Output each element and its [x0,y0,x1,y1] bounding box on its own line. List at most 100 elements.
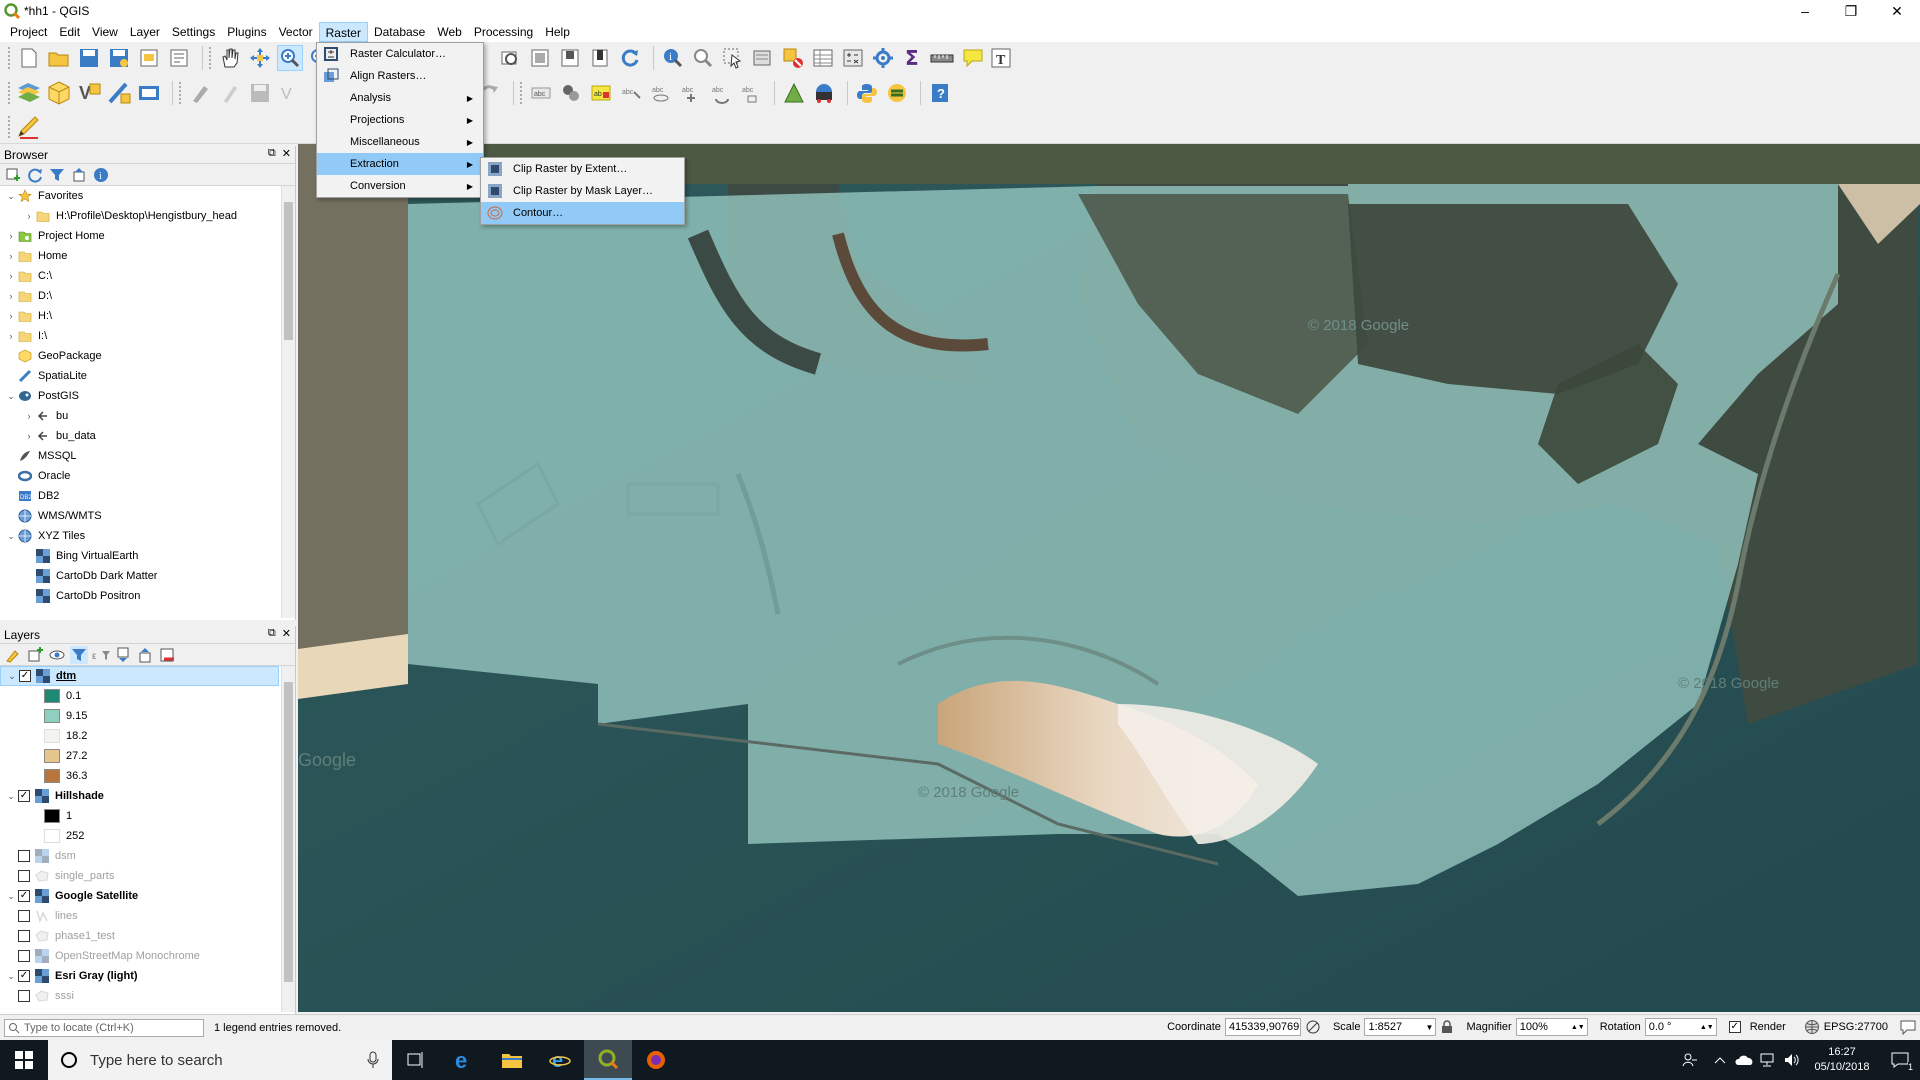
map-canvas[interactable]: © 2018 Google © 2018 Google © 2018 Googl… [298,144,1920,1012]
browser-item[interactable]: CartoDb Dark Matter [0,566,295,586]
chevron-down-icon[interactable]: ⌄ [5,671,19,682]
layers-scrollbar[interactable] [281,666,295,1012]
taskbar-search[interactable]: Type here to search [48,1040,392,1080]
browser-item[interactable]: ⌄ Favorites [0,186,295,206]
extraction-menu-item[interactable]: Clip Raster by Mask Layer… [481,180,684,202]
open-layer-styling-icon[interactable] [4,646,22,664]
internet-explorer-icon[interactable]: e [536,1040,584,1080]
rotate-label-icon[interactable]: abc [708,80,734,106]
select-by-value-icon[interactable] [750,45,776,71]
expand-all-icon[interactable] [114,646,132,664]
save-as-icon[interactable] [106,45,132,71]
properties-icon[interactable]: i [92,166,110,184]
menu-project[interactable]: Project [4,22,53,42]
toolbar-grip[interactable] [209,47,213,69]
onedrive-icon[interactable] [1732,1040,1756,1080]
pin-labels-icon[interactable]: abc [618,80,644,106]
close-panel-icon[interactable]: ✕ [282,147,291,160]
layer-visibility-checkbox[interactable] [18,870,30,882]
layer-row[interactable]: lines [0,906,295,926]
restore-button[interactable]: ❐ [1828,0,1874,22]
chevron-down-icon[interactable]: ⌄ [4,391,18,402]
minimize-button[interactable]: – [1782,0,1828,22]
select-features-icon[interactable] [720,45,746,71]
browser-item[interactable]: DB2 DB2 [0,486,295,506]
render-checkbox[interactable]: ✓ [1728,1021,1741,1033]
new-shapefile-layer-icon[interactable]: V [76,80,102,106]
raster-menu-item[interactable]: Extraction ▶ [317,153,483,175]
locate-search[interactable]: Type to locate (Ctrl+K) [4,1018,204,1037]
refresh-icon[interactable] [26,166,44,184]
menu-database[interactable]: Database [368,22,431,42]
chevron-down-icon[interactable]: ⌄ [4,531,18,542]
people-icon[interactable] [1672,1040,1708,1080]
zoom-native-icon[interactable] [557,45,583,71]
task-view-icon[interactable] [392,1040,440,1080]
collapse-all-icon[interactable] [70,166,88,184]
crs-label[interactable]: EPSG:27700 [1824,1021,1888,1033]
rotation-spinbox[interactable]: 0.0 ° ▲▼ [1644,1018,1717,1036]
toggle-editing-icon[interactable] [217,80,243,106]
identify-features-icon[interactable]: i [660,45,686,71]
menu-help[interactable]: Help [539,22,576,42]
open-project-icon[interactable] [46,45,72,71]
text-annotation-icon[interactable]: T [990,45,1016,71]
browser-item[interactable]: WMS/WMTS [0,506,295,526]
browser-item[interactable]: › Project Home [0,226,295,246]
legend-entry[interactable]: 9.15 [0,706,295,726]
add-feature-icon[interactable]: V [277,80,303,106]
browser-item[interactable]: Bing VirtualEarth [0,546,295,566]
clock[interactable]: 16:27 05/10/2018 [1804,1045,1880,1075]
layer-visibility-checkbox[interactable] [18,990,30,1002]
legend-entry[interactable]: 1 [0,806,295,826]
label-layer-options-icon[interactable]: abc [528,80,554,106]
layout-manager-icon[interactable] [166,45,192,71]
remove-layer-icon[interactable] [158,646,176,664]
highlight-pinned-labels-icon[interactable]: ab [588,80,614,106]
browser-item[interactable]: › H:\ [0,306,295,326]
change-label-icon[interactable]: abc [738,80,764,106]
layer-row[interactable]: ⌄ ✓ dtm [0,666,279,686]
extraction-menu-item[interactable]: Contour… [481,202,684,224]
browser-item[interactable]: › bu_data [0,426,295,446]
pan-to-selection-icon[interactable] [247,45,273,71]
layer-visibility-checkbox[interactable] [18,930,30,942]
move-label-icon[interactable]: abc [678,80,704,106]
add-selected-layers-icon[interactable] [4,166,22,184]
browser-item[interactable]: CartoDb Positron [0,586,295,606]
browser-item[interactable]: ⌄ XYZ Tiles [0,526,295,546]
field-calculator-icon[interactable] [840,45,866,71]
crs-globe-icon[interactable] [1804,1019,1820,1035]
raster-menu-item[interactable]: Conversion ▶ [317,175,483,197]
chevron-right-icon[interactable]: › [4,271,18,281]
toolbar-grip[interactable] [179,82,183,104]
legend-entry[interactable]: 18.2 [0,726,295,746]
filter-legend-icon[interactable] [70,645,88,664]
layer-row[interactable]: ⌄ ✓ Hillshade [0,786,295,806]
manage-map-themes-icon[interactable] [48,646,66,664]
action-center-icon[interactable]: 1 [1880,1040,1920,1080]
chevron-right-icon[interactable]: › [22,411,36,421]
close-panel-icon[interactable]: ✕ [282,627,291,640]
extraction-menu-item[interactable]: Clip Raster by Extent… [481,158,684,180]
menu-vector[interactable]: Vector [273,22,319,42]
layer-visibility-checkbox[interactable] [18,850,30,862]
chevron-up-icon[interactable] [1708,1040,1732,1080]
new-spatialite-layer-icon[interactable] [106,80,132,106]
file-explorer-icon[interactable] [488,1040,536,1080]
lock-icon[interactable] [1440,1020,1454,1034]
chevron-right-icon[interactable]: › [22,211,36,221]
toolbar-grip[interactable] [8,115,12,138]
coordinate-field[interactable]: 415339,90769 [1224,1018,1301,1036]
deselect-all-icon[interactable] [780,45,806,71]
chevron-right-icon[interactable]: › [4,231,18,241]
chevron-right-icon[interactable]: › [22,431,36,441]
menu-view[interactable]: View [86,22,124,42]
toolbar-grip[interactable] [8,47,12,69]
raster-menu-item[interactable]: Align Rasters… [317,65,483,87]
browser-scrollbar[interactable] [281,186,295,618]
georeferencer-icon[interactable] [781,80,807,106]
browser-item[interactable]: Oracle [0,466,295,486]
magnifier-spinbox[interactable]: 100% ▲▼ [1515,1018,1588,1036]
legend-entry[interactable]: 36.3 [0,766,295,786]
